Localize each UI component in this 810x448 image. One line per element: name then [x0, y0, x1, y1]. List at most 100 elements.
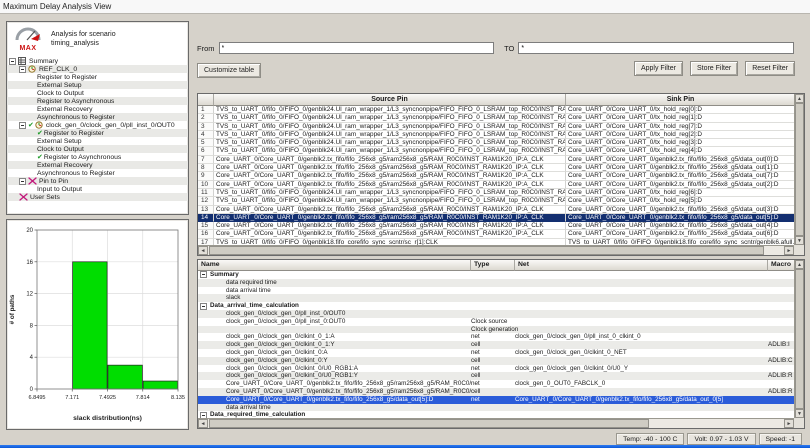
- detail-row[interactable]: Data_arrival_time_calculation: [198, 302, 804, 310]
- apply-filter-button[interactable]: Apply Filter: [634, 61, 683, 76]
- path-row[interactable]: 11TVS_to_UART_0/fifo_0/FIFO_0/genblk24.U…: [198, 189, 804, 197]
- source-pin-cell: TVS_to_UART_0/fifo_0/FIFO_0/genblk24.Ul_…: [214, 197, 566, 205]
- tree-item[interactable]: User Sets: [7, 193, 188, 201]
- tree-expander-icon[interactable]: [200, 303, 207, 310]
- path-row[interactable]: 14Core_UART_0/Core_UART_0/genblk2.tx_fif…: [198, 214, 804, 222]
- detail-row[interactable]: clock_gen_0/clock_gen_0/clkint_0:YcellAD…: [198, 357, 804, 365]
- path-row[interactable]: 13Core_UART_0/Core_UART_0/genblk2.tx_fif…: [198, 206, 804, 214]
- detail-row[interactable]: Core_UART_0/Core_UART_0/genblk2.tx_fifo/…: [198, 388, 804, 396]
- paths-vertical-scrollbar[interactable]: ▲ ▼: [794, 94, 804, 245]
- detail-row[interactable]: slack: [198, 294, 804, 302]
- path-row[interactable]: 10Core_UART_0/Core_UART_0/genblk2.tx_fif…: [198, 181, 804, 189]
- name-cell: clock_gen_0/clock_gen_0/pll_inst_0/OUT0: [198, 310, 471, 318]
- scroll-left-icon[interactable]: ◄: [198, 246, 208, 255]
- detail-vertical-scrollbar[interactable]: ▲ ▼: [794, 260, 804, 418]
- detail-horizontal-scrollbar[interactable]: ◄ ►: [198, 418, 794, 428]
- tree-item-label: Register to Register: [37, 74, 97, 81]
- tree-item[interactable]: Input to Output: [7, 185, 188, 193]
- tree-item[interactable]: Clock to Output: [7, 89, 188, 97]
- tree-item[interactable]: Asynchronous to Register: [7, 169, 188, 177]
- customize-table-button[interactable]: Customize table: [197, 63, 261, 78]
- detail-row[interactable]: Summary: [198, 271, 804, 279]
- tree-item[interactable]: ✔Register to Asynchronous: [7, 153, 188, 161]
- detail-row[interactable]: Core_UART_0/Core_UART_0/genblk2.tx_fifo/…: [198, 396, 804, 404]
- scrollbar-thumb[interactable]: [209, 246, 764, 255]
- tree-expander-icon[interactable]: [19, 178, 26, 185]
- tree-item[interactable]: ✔clock_gen_0/clock_gen_0/pll_inst_0/OUT0: [7, 121, 188, 129]
- scrollbar-thumb[interactable]: [795, 103, 804, 236]
- from-input[interactable]: [219, 42, 495, 54]
- tree-expander-icon[interactable]: [19, 66, 26, 73]
- path-row[interactable]: 2TVS_to_UART_0/fifo_0/FIFO_0/genblk24.Ul…: [198, 114, 804, 122]
- histogram-panel: 0481216206.84957.1717.49257.8148.135# of…: [6, 219, 189, 430]
- scroll-up-icon[interactable]: ▲: [795, 94, 804, 103]
- scroll-up-icon[interactable]: ▲: [795, 260, 804, 269]
- tree-item[interactable]: Asynchronous to Register: [7, 113, 188, 121]
- type-cell: Clock source: [471, 318, 515, 326]
- row-number: 2: [198, 114, 214, 122]
- tree-item[interactable]: External Recovery: [7, 161, 188, 169]
- source-pin-cell: Core_UART_0/Core_UART_0/genblk2.tx_fifo/…: [214, 214, 566, 222]
- scroll-down-icon[interactable]: ▼: [795, 409, 804, 418]
- scrollbar-thumb[interactable]: [795, 269, 804, 409]
- type-cell: cell: [471, 341, 515, 349]
- tree-item[interactable]: Pin to Pin: [7, 177, 188, 185]
- type-cell: Clock generation: [471, 326, 515, 334]
- tree-item[interactable]: Register to Asynchronous: [7, 97, 188, 105]
- detail-row[interactable]: data arrival time: [198, 404, 804, 412]
- path-row[interactable]: 4TVS_to_UART_0/fifo_0/FIFO_0/genblk24.Ul…: [198, 131, 804, 139]
- type-cell: [471, 279, 515, 287]
- path-row[interactable]: 15Core_UART_0/Core_UART_0/genblk2.tx_fif…: [198, 222, 804, 230]
- detail-row[interactable]: Clock generation: [198, 326, 804, 334]
- type-cell: [471, 404, 515, 412]
- sink-pin-cell: Core_UART_0/Core_UART_0/tx_hold_reg[3]:D: [566, 139, 796, 147]
- scroll-left-icon[interactable]: ◄: [198, 419, 208, 428]
- path-row[interactable]: 16Core_UART_0/Core_UART_0/genblk2.tx_fif…: [198, 230, 804, 238]
- scroll-right-icon[interactable]: ►: [784, 246, 794, 255]
- source-pin-cell: TVS_to_UART_0/fifo_0/FIFO_0/genblk24.Ul_…: [214, 106, 566, 114]
- tree-item[interactable]: External Setup: [7, 137, 188, 145]
- detail-row[interactable]: clock_gen_0/clock_gen_0/clkint_0_1:Anetc…: [198, 333, 804, 341]
- detail-row[interactable]: clock_gen_0/clock_gen_0/clkint_0:Anetclo…: [198, 349, 804, 357]
- detail-row[interactable]: clock_gen_0/clock_gen_0/pll_inst_0:OUT0C…: [198, 318, 804, 326]
- detail-row[interactable]: clock_gen_0/clock_gen_0/pll_inst_0/OUT0: [198, 310, 804, 318]
- detail-row[interactable]: Core_UART_0/Core_UART_0/genblk2.tx_fifo/…: [198, 380, 804, 388]
- tree-expander-icon[interactable]: [19, 122, 26, 129]
- detail-row[interactable]: clock_gen_0/clock_gen_0/clkint_0/U0_RGB1…: [198, 372, 804, 380]
- path-row[interactable]: 9Core_UART_0/Core_UART_0/genblk2.tx_fifo…: [198, 172, 804, 180]
- scrollbar-thumb[interactable]: [209, 419, 649, 428]
- detail-row[interactable]: clock_gen_0/clock_gen_0/clkint_0_1:Ycell…: [198, 341, 804, 349]
- detail-row[interactable]: data arrival time: [198, 287, 804, 295]
- tree-item[interactable]: External Recovery: [7, 105, 188, 113]
- path-row[interactable]: 6TVS_to_UART_0/fifo_0/FIFO_0/genblk24.Ul…: [198, 147, 804, 155]
- path-row[interactable]: 12TVS_to_UART_0/fifo_0/FIFO_0/genblk24.U…: [198, 197, 804, 205]
- to-input[interactable]: [518, 42, 794, 54]
- reset-filter-button[interactable]: Reset Filter: [745, 61, 795, 76]
- tree-item[interactable]: Clock to Output: [7, 145, 188, 153]
- tree-item-label: External Recovery: [37, 106, 93, 113]
- tree-item[interactable]: External Setup: [7, 81, 188, 89]
- name-cell: [198, 326, 471, 334]
- paths-horizontal-scrollbar[interactable]: ◄ ►: [198, 245, 794, 255]
- path-row[interactable]: 1TVS_to_UART_0/fifo_0/FIFO_0/genblk24.Ul…: [198, 106, 804, 114]
- scroll-down-icon[interactable]: ▼: [795, 236, 804, 245]
- detail-row[interactable]: clock_gen_0/clock_gen_0/clkint_0/U0_RGB1…: [198, 365, 804, 373]
- net-cell: [515, 279, 768, 287]
- tree-item[interactable]: REF_CLK_0: [7, 65, 188, 73]
- name-cell: clock_gen_0/clock_gen_0/clkint_0/U0_RGB1…: [198, 372, 471, 380]
- macro-cell: [768, 396, 796, 404]
- path-row[interactable]: 8Core_UART_0/Core_UART_0/genblk2.tx_fifo…: [198, 164, 804, 172]
- store-filter-button[interactable]: Store Filter: [690, 61, 738, 76]
- path-row[interactable]: 5TVS_to_UART_0/fifo_0/FIFO_0/genblk24.Ul…: [198, 139, 804, 147]
- detail-row[interactable]: data required time: [198, 279, 804, 287]
- tree-expander-icon[interactable]: [9, 58, 16, 65]
- path-row[interactable]: 3TVS_to_UART_0/fifo_0/FIFO_0/genblk24.Ul…: [198, 123, 804, 131]
- path-row[interactable]: 7Core_UART_0/Core_UART_0/genblk2.tx_fifo…: [198, 156, 804, 164]
- scroll-right-icon[interactable]: ►: [784, 419, 794, 428]
- tree-item[interactable]: ✔Register to Register: [7, 129, 188, 137]
- tree-item[interactable]: Register to Register: [7, 73, 188, 81]
- tree-item[interactable]: Summary: [7, 57, 188, 65]
- name-text: Data_arrival_time_calculation: [210, 302, 299, 310]
- tree-expander-icon[interactable]: [200, 271, 207, 278]
- detail-table-body: Summarydata required timedata arrival ti…: [198, 271, 804, 419]
